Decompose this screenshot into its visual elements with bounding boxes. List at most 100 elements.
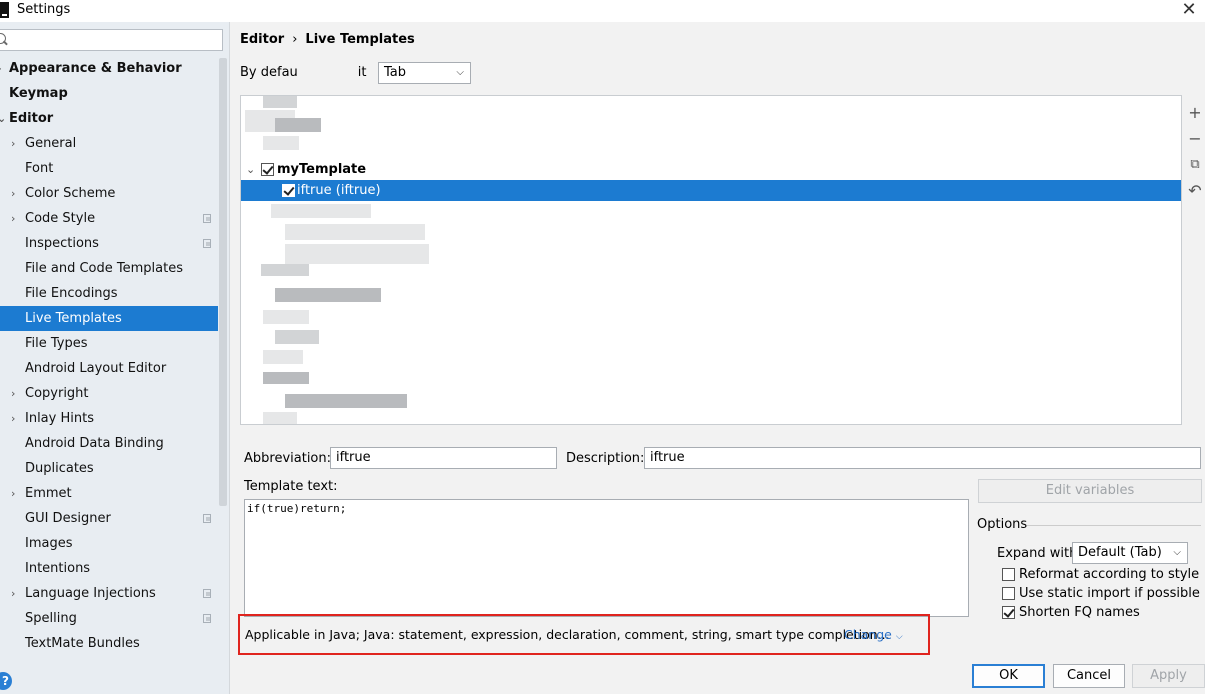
template-group-checkbox[interactable] [261, 163, 274, 176]
abbreviation-label: Abbreviation: [244, 451, 332, 466]
obscured-item [263, 136, 299, 150]
sidebar-item-label: GUI Designer [25, 511, 111, 526]
close-icon[interactable]: ✕ [1179, 0, 1199, 20]
chevron-right-icon[interactable]: › [11, 406, 15, 431]
sidebar-item-label: Inlay Hints [25, 411, 94, 426]
add-icon[interactable]: + [1184, 100, 1205, 126]
help-icon[interactable]: ? [0, 672, 12, 690]
sidebar-item-label: Live Templates [25, 311, 122, 326]
sidebar-item-keymap[interactable]: Keymap [0, 81, 218, 106]
sidebar-item-label: Copyright [25, 386, 89, 401]
sidebar-item-inlay-hints[interactable]: › Inlay Hints [0, 406, 218, 431]
apply-button[interactable]: Apply [1132, 664, 1205, 688]
sidebar-scrollbar[interactable] [219, 58, 227, 506]
sidebar-item-label: Language Injections [25, 586, 156, 601]
chevron-right-icon[interactable]: › [11, 581, 15, 606]
template-list[interactable]: ⌄ myTemplate iftrue (iftrue) [240, 95, 1182, 425]
sidebar-item-editor[interactable]: ⌄ Editor [0, 106, 218, 131]
sidebar-item-gui-designer[interactable]: GUI Designer [0, 506, 218, 531]
sidebar-item-label: Appearance & Behavior [9, 61, 182, 76]
copy-icon[interactable]: ⧉ [1184, 152, 1205, 178]
chevron-down-icon: ⌵ [895, 632, 903, 642]
chevron-right-icon[interactable]: › [11, 481, 15, 506]
app-logo-icon [0, 2, 9, 18]
breadcrumb-parent[interactable]: Editor [240, 32, 284, 47]
abbreviation-field[interactable]: iftrue [330, 447, 557, 469]
sidebar-item-label: Inspections [25, 236, 99, 251]
default-expand-label-prefix: By defau [240, 65, 298, 80]
sidebar-item-label: Emmet [25, 486, 72, 501]
live-templates-panel: Editor › Live Templates By defau it Tab ⌵ ⌄… [230, 22, 1205, 694]
description-field[interactable]: iftrue [644, 447, 1201, 469]
static-import-checkbox[interactable] [1002, 587, 1015, 600]
sidebar-item-android-layout-editor[interactable]: Android Layout Editor [0, 356, 218, 381]
cancel-button[interactable]: Cancel [1053, 664, 1125, 688]
sidebar-item-label: Images [25, 536, 73, 551]
settings-tree: › Appearance & Behavior Keymap ⌄Editor›Gene… [0, 56, 218, 656]
sidebar-item-intentions[interactable]: Intentions [0, 556, 218, 581]
template-item-checkbox[interactable] [282, 184, 295, 197]
chevron-down-icon: ⌵ [456, 67, 464, 78]
reformat-checkbox[interactable] [1002, 568, 1015, 581]
default-expand-select[interactable]: Tab ⌵ [378, 62, 471, 84]
window-title: Settings [17, 2, 71, 17]
remove-icon[interactable]: − [1184, 126, 1205, 152]
sidebar-item-android-data-binding[interactable]: Android Data Binding [0, 431, 218, 456]
chevron-right-icon[interactable]: › [11, 181, 15, 206]
change-context-label[interactable]: Change [844, 627, 892, 642]
sidebar-item-label: Intentions [25, 561, 91, 576]
chevron-right-icon[interactable]: › [11, 206, 15, 231]
obscured-item [271, 204, 371, 218]
template-text-editor[interactable]: if(true)return; [244, 499, 969, 617]
sidebar-item-appearance-behavior[interactable]: › Appearance & Behavior [0, 56, 218, 81]
expand-with-select[interactable]: Default (Tab) ⌵ [1072, 542, 1188, 564]
shorten-fq-checkbox[interactable] [1002, 606, 1015, 619]
obscured-item [285, 224, 425, 240]
reformat-label: Reformat according to style [1019, 567, 1200, 582]
edit-variables-button[interactable]: Edit variables [978, 479, 1202, 503]
template-group-row[interactable]: ⌄ myTemplate [241, 159, 1181, 180]
change-context-link[interactable]: Change ⌵ [844, 627, 903, 642]
sidebar-item-code-style[interactable]: › Code Style [0, 206, 218, 231]
sidebar-item-images[interactable]: Images [0, 531, 218, 556]
search-input[interactable] [11, 30, 216, 50]
breadcrumb-separator-icon: › [292, 32, 298, 47]
template-text-label: Template text: [244, 479, 338, 494]
sidebar-item-file-and-code-templates[interactable]: File and Code Templates [0, 256, 218, 281]
search-icon [0, 33, 9, 47]
sidebar-item-font[interactable]: Font [0, 156, 218, 181]
sidebar-item-live-templates[interactable]: Live Templates [0, 306, 218, 331]
template-toolbar: + − ⧉ ↶ [1184, 100, 1205, 204]
default-expand-value: Tab [384, 65, 407, 80]
obscured-item [263, 350, 303, 364]
sidebar-item-inspections[interactable]: Inspections [0, 231, 218, 256]
obscured-item [275, 118, 321, 132]
chevron-right-icon[interactable]: › [0, 56, 2, 81]
sidebar-item-file-types[interactable]: File Types [0, 331, 218, 356]
sidebar-item-label: TextMate Bundles [25, 636, 140, 651]
sidebar-item-spelling[interactable]: Spelling [0, 606, 218, 631]
sidebar-item-file-encodings[interactable]: File Encodings [0, 281, 218, 306]
sidebar-item-duplicates[interactable]: Duplicates [0, 456, 218, 481]
chevron-down-icon[interactable]: ⌄ [246, 159, 255, 180]
sidebar-item-label: File Encodings [25, 286, 118, 301]
chevron-right-icon[interactable]: › [11, 131, 15, 156]
sidebar-item-emmet[interactable]: › Emmet [0, 481, 218, 506]
settings-search[interactable] [0, 29, 223, 51]
restore-icon[interactable]: ↶ [1184, 178, 1205, 204]
sidebar-item-label: File and Code Templates [25, 261, 183, 276]
sidebar-item-textmate-bundles[interactable]: TextMate Bundles [0, 631, 218, 656]
template-item-row[interactable]: iftrue (iftrue) [241, 180, 1181, 201]
static-import-label: Use static import if possible [1019, 586, 1200, 601]
ok-button[interactable]: OK [972, 664, 1045, 688]
chevron-down-icon[interactable]: ⌄ [0, 106, 6, 131]
obscured-item [263, 96, 297, 108]
sidebar-item-language-injections[interactable]: › Language Injections [0, 581, 218, 606]
obscured-item [261, 264, 309, 276]
sidebar-item-label: Keymap [9, 86, 68, 101]
sidebar-item-general[interactable]: › General [0, 131, 218, 156]
sidebar-item-copyright[interactable]: › Copyright [0, 381, 218, 406]
sidebar-item-color-scheme[interactable]: › Color Scheme [0, 181, 218, 206]
sidebar-item-label: Spelling [25, 611, 77, 626]
chevron-right-icon[interactable]: › [11, 381, 15, 406]
